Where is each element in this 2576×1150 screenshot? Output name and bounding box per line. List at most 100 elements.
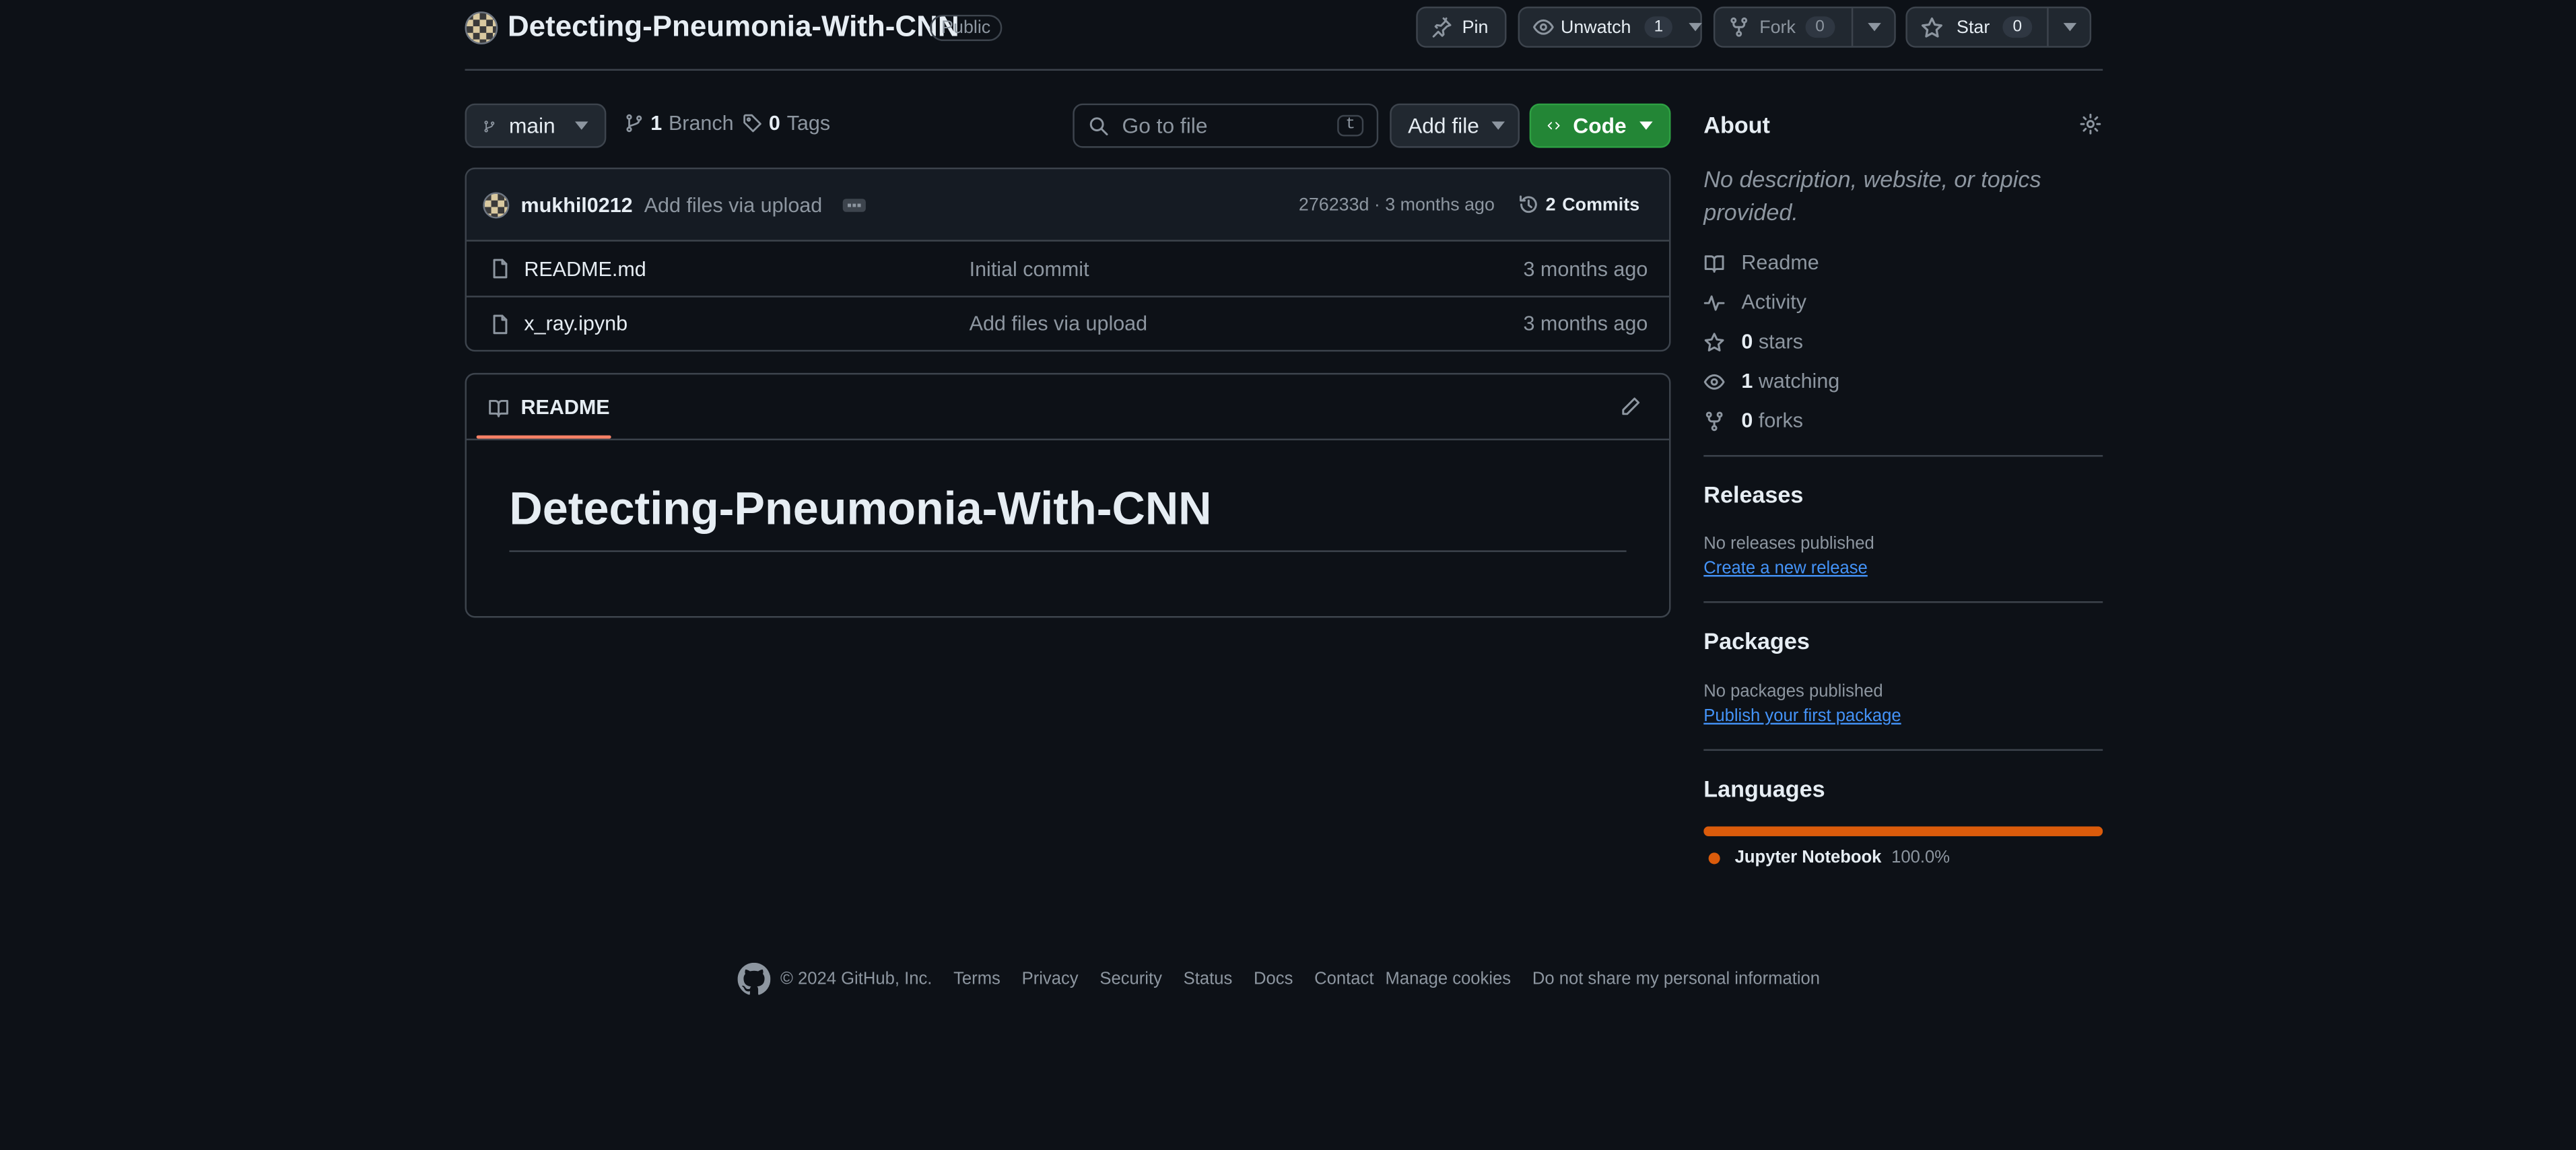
author-avatar[interactable] [483,191,510,218]
about-description: No description, website, or topics provi… [1703,166,2041,226]
releases-empty-text: No releases published [1703,534,1874,554]
file-name[interactable]: README.md [524,257,646,280]
file-commit-message[interactable]: Initial commit [970,257,1089,280]
pencil-icon[interactable] [1620,396,1641,417]
about-item-count: 0 [1741,330,1753,353]
footer-link-terms[interactable]: Terms [953,970,1001,989]
about-item-watching[interactable]: 1 watching [1703,362,2098,401]
go-to-file-input[interactable]: Go to file t [1073,103,1379,148]
chevron-down-icon [1639,121,1653,130]
file-commit-time: 3 months ago [1523,257,1648,281]
commits-link[interactable]: 2 Commits [1518,194,1639,215]
file-icon [493,259,508,279]
languages-title: Languages [1703,775,1825,802]
branch-select[interactable]: main [465,103,607,148]
file-name[interactable]: x_ray.ipynb [524,312,628,335]
code-button[interactable]: Code [1529,103,1671,148]
file-row[interactable]: x_ray.ipynb Add files via upload 3 months … [466,296,1670,350]
heading-rule [509,550,1627,552]
tag-icon [743,114,761,133]
language-color-dot [1708,852,1720,864]
gear-icon[interactable] [2080,113,2101,135]
footer-link-security[interactable]: Security [1099,970,1162,989]
about-item-count: 1 [1741,370,1753,393]
add-file-button[interactable]: Add file [1390,103,1520,148]
latest-commit-bar: mukhil0212 Add files via upload 276233d … [466,169,1670,242]
footer-link-manage-cookies[interactable]: Manage cookies [1386,970,1512,989]
file-browser: mukhil0212 Add files via upload 276233d … [465,167,1671,352]
packages-title[interactable]: Packages [1703,628,1810,654]
commit-message[interactable]: Add files via upload [644,193,823,216]
pin-button[interactable]: Pin [1416,6,1507,48]
footer-link-do-not-share[interactable]: Do not share my personal information [1532,970,1820,989]
tags-link[interactable]: 0 Tags [743,112,830,135]
code-icon [1547,122,1560,130]
unwatch-label: Unwatch [1561,17,1631,37]
file-commit-message[interactable]: Add files via upload [970,312,1148,335]
fork-count: 0 [1805,16,1835,38]
readme-tab[interactable]: README [488,396,610,419]
repo-title[interactable]: Detecting-Pneumonia-With-CNN [508,10,959,44]
footer-link-privacy[interactable]: Privacy [1022,970,1079,989]
fork-button[interactable]: Fork 0 [1713,6,1896,48]
about-item-count: 0 [1741,409,1753,432]
search-placeholder: Go to file [1122,113,1208,138]
code-label: Code [1573,113,1627,138]
watch-dropdown-icon[interactable] [1689,23,1703,32]
eye-icon [1533,19,1554,35]
visibility-badge: Public [930,14,1003,42]
about-list: Readme Activity 0 stars 1 watching 0 forks [1703,243,2098,440]
book-icon [1704,255,1724,272]
commit-author[interactable]: mukhil0212 [520,193,632,216]
about-item-Activity[interactable]: Activity [1703,283,2098,323]
footer-link-contact[interactable]: Contact [1314,970,1374,989]
file-row[interactable]: README.md Initial commit 3 months ago [467,242,1669,296]
about-item-label: stars [1758,330,1803,353]
fork-label: Fork [1759,17,1796,37]
unwatch-button[interactable]: Unwatch 1 [1518,6,1703,48]
git-branch-icon [484,120,495,132]
about-item-forks[interactable]: 0 forks [1703,401,2098,440]
about-item-label: watching [1758,370,1840,393]
pin-label: Pin [1462,17,1489,37]
star-button[interactable]: Star 0 [1905,6,2092,48]
owner-avatar[interactable] [465,11,498,44]
language-bar-segment [1703,826,2103,836]
readme-panel: README Detecting-Pneumonia-With-CNN [465,372,1671,618]
eye-icon [1703,373,1725,389]
about-item-label: Activity [1741,290,1807,314]
file-list: README.md Initial commit 3 months ago x_ray… [466,242,1670,350]
star-icon [1704,332,1724,351]
sidebar-divider [1703,749,2103,751]
about-item-stars[interactable]: 0 stars [1703,322,2098,362]
footer-link-docs[interactable]: Docs [1254,970,1293,989]
file-icon [493,314,508,334]
releases-title[interactable]: Releases [1703,481,1803,508]
sidebar-divider [1703,454,2103,457]
active-tab-underline [476,435,611,439]
about-item-label: Readme [1741,251,1819,275]
chevron-down-icon [1492,121,1505,130]
star-dropdown-icon[interactable] [2062,23,2076,32]
footer-link-status[interactable]: Status [1184,970,1233,989]
commit-sha-time[interactable]: 276233d · 3 months ago [1299,195,1495,214]
star-label: Star [1957,17,1990,37]
file-commit-time: 3 months ago [1523,312,1648,335]
about-item-label: forks [1758,409,1803,432]
github-logo-icon[interactable] [737,962,771,996]
commits-count: 2 [1545,195,1556,215]
add-file-label: Add file [1408,113,1479,138]
branch-count: 1 [650,111,663,135]
branches-link[interactable]: 1 Branch [624,111,734,135]
fork-icon [1730,17,1748,37]
about-item-Readme[interactable]: Readme [1703,243,2098,283]
create-release-link[interactable]: Create a new release [1703,559,1868,578]
fork-dropdown-icon[interactable] [1867,23,1880,32]
star-count: 0 [2002,16,2032,38]
expand-commit-icon[interactable] [842,198,865,211]
language-item[interactable]: Jupyter Notebook 100.0% [1708,848,1950,867]
book-icon [489,399,508,417]
readme-heading: Detecting-Pneumonia-With-CNN [509,483,1212,534]
publish-package-link[interactable]: Publish your first package [1703,706,1901,726]
footer: © 2024 GitHub, Inc. Terms Privacy Securi… [737,962,1820,996]
